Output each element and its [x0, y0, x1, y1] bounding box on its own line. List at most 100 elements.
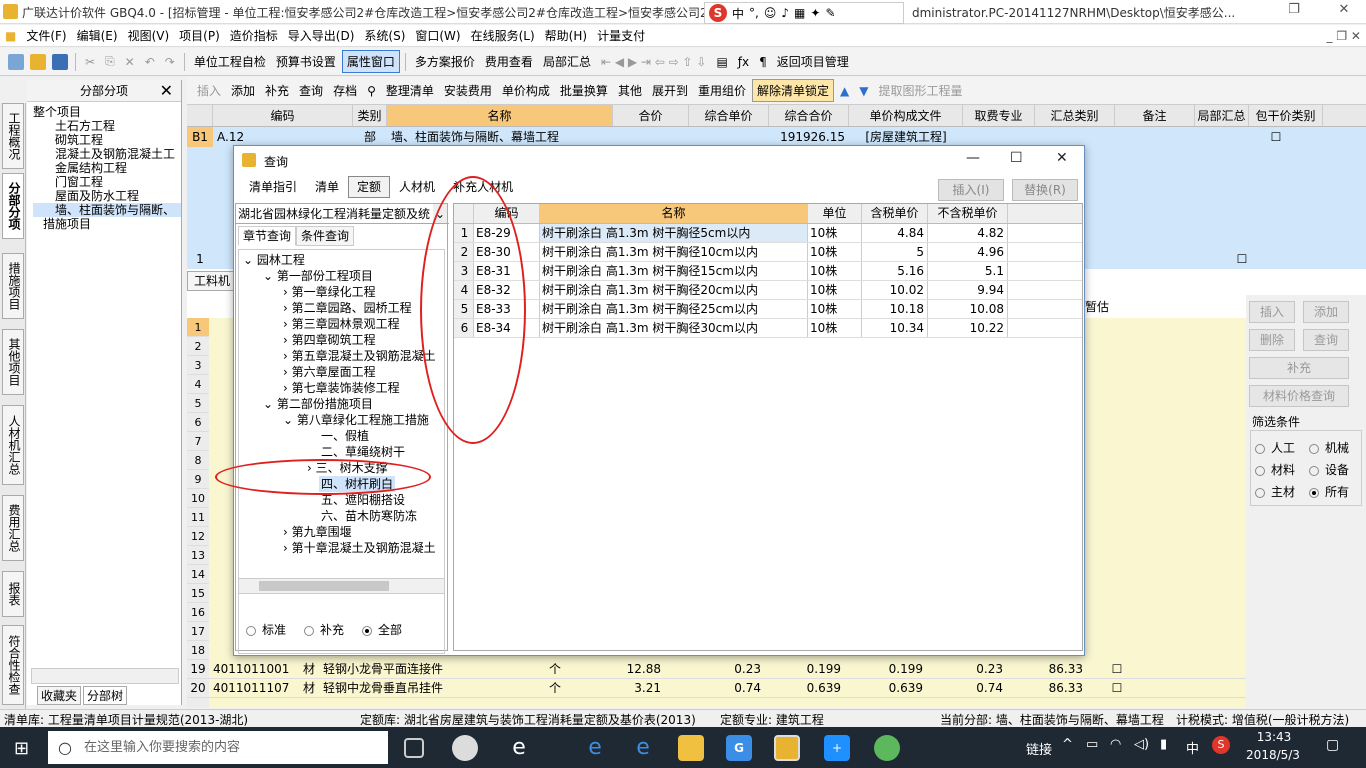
tree-node[interactable]: › 第二章园路、园桥工程 — [283, 300, 412, 316]
grid-icon[interactable]: ▤ — [712, 53, 731, 71]
tab-list-guide[interactable]: 清单指引 — [240, 176, 306, 198]
nav-item[interactable]: 措施项目 — [33, 217, 181, 231]
taskbar-search[interactable]: ○ 在这里输入你要搜索的内容 — [48, 731, 388, 764]
tree-node[interactable]: › 第六章屋面工程 — [283, 364, 376, 380]
tree-node[interactable]: ⌄ 第二部份措施项目 — [263, 396, 373, 412]
tab-quota[interactable]: 定额 — [348, 176, 391, 198]
table-row[interactable]: 4 E8-32 树干刷涂白 高1.3m 树干胸径20cm以内 10株 10.02 9.94 — [454, 281, 1082, 300]
insert-button[interactable]: 插入 — [193, 80, 225, 101]
tray-link[interactable]: 链接 — [1026, 739, 1052, 758]
paragraph-icon[interactable]: ¶ — [755, 53, 771, 71]
tree-node[interactable]: ⌄ 园林工程 — [243, 252, 305, 268]
wifi-icon[interactable]: ◠ — [1110, 737, 1121, 752]
col-lump[interactable]: 包干价类别 — [1249, 105, 1323, 126]
ie-blue-icon[interactable]: e — [630, 735, 656, 761]
archive-button[interactable]: 存档 — [329, 80, 361, 101]
query-button[interactable]: 查询 — [295, 80, 327, 101]
table-row[interactable]: 3 E8-31 树干刷涂白 高1.3m 树干胸径15cm以内 10株 5.16 5.1 — [454, 262, 1082, 281]
filter-material[interactable]: 材料 — [1271, 463, 1295, 477]
tree-node[interactable]: › 第十章混凝土及钢筋混凝土 — [283, 540, 436, 556]
tree-node[interactable]: › 第五章混凝土及钢筋混凝土 — [283, 348, 436, 364]
delete-icon[interactable]: ✕ — [121, 53, 139, 71]
edge-icon[interactable]: e — [582, 735, 608, 761]
insert-button[interactable]: 插入(I) — [938, 179, 1004, 201]
nav-item[interactable]: 屋面及防水工程 — [33, 189, 181, 203]
tab-section-tree[interactable]: 分部树 — [83, 686, 128, 705]
tab-favorites[interactable]: 收藏夹 — [37, 686, 82, 705]
col-summary-type[interactable]: 汇总类别 — [1035, 105, 1115, 126]
tree-node[interactable]: ⌄ 第一部份工程项目 — [263, 268, 373, 284]
nav-item[interactable]: 金属结构工程 — [33, 161, 181, 175]
install-fee-button[interactable]: 安装费用 — [440, 80, 496, 101]
tree-node[interactable]: › 第七章装饰装修工程 — [283, 380, 400, 396]
menu-file[interactable]: 文件(F) — [21, 27, 71, 44]
tray-chevron-icon[interactable]: ^ — [1062, 737, 1073, 752]
checkbox[interactable]: ☐ — [1087, 660, 1147, 678]
col-price-tax[interactable]: 含税单价 — [862, 204, 928, 223]
filter-machine[interactable]: 机械 — [1325, 441, 1349, 455]
ime-indicator[interactable]: 中 — [1186, 738, 1199, 757]
open-icon[interactable] — [30, 53, 46, 70]
new-icon[interactable] — [8, 53, 24, 70]
glodon-icon[interactable]: G — [726, 735, 752, 761]
col-type[interactable]: 类别 — [353, 105, 387, 126]
keyboard-icon[interactable]: ▦ — [794, 6, 805, 20]
table-row[interactable]: 19 4011011001 材 轻钢小龙骨平面连接件 个 12.88 0.23 … — [187, 660, 1246, 679]
self-check-button[interactable]: 单位工程自检 — [190, 51, 270, 72]
radio-standard[interactable]: 标准 — [246, 621, 286, 638]
checkbox[interactable]: ☐ — [1249, 127, 1303, 147]
property-window-button[interactable]: 属性窗口 — [341, 50, 400, 73]
punct-icon[interactable]: °, — [749, 6, 759, 20]
other-button[interactable]: 其他 — [614, 80, 646, 101]
restore-icon[interactable]: ❐ — [1276, 2, 1312, 22]
nav-item[interactable]: 门窗工程 — [33, 175, 181, 189]
close-icon[interactable]: ✕ — [1326, 2, 1362, 22]
radio[interactable] — [1255, 443, 1265, 454]
clock-time[interactable]: 13:43 — [1246, 730, 1302, 744]
filter-main-material[interactable]: 主材 — [1271, 485, 1295, 499]
app-plus-icon[interactable]: + — [824, 735, 850, 761]
sogou-icon[interactable]: S — [709, 4, 727, 22]
col-name[interactable]: 名称 — [387, 105, 613, 126]
partial-sum-checkbox[interactable]: 局部汇总 — [539, 51, 595, 72]
menu-cost-index[interactable]: 造价指标 — [225, 27, 283, 44]
tab-sub-items[interactable]: 分部分项 — [2, 173, 24, 239]
clock-date[interactable]: 2018/5/3 — [1238, 748, 1308, 762]
col-remark[interactable]: 备注 — [1115, 105, 1195, 126]
col-price-file[interactable]: 单价构成文件 — [849, 105, 963, 126]
tab-project-overview[interactable]: 工程概况 — [2, 103, 24, 169]
nav-item[interactable]: 砌筑工程 — [33, 133, 181, 147]
add-button[interactable]: 添加 — [1303, 301, 1349, 323]
checkbox[interactable]: ☐ — [1087, 679, 1147, 697]
radio-all[interactable]: 全部 — [362, 621, 402, 638]
tree-leaf[interactable]: 二、草绳绕树干 — [321, 444, 405, 460]
nav-item[interactable]: 土石方工程 — [33, 119, 181, 133]
tree-node[interactable]: › 第一章绿化工程 — [283, 284, 376, 300]
tab-other-items[interactable]: 其他项目 — [2, 329, 24, 395]
menu-system[interactable]: 系统(S) — [359, 27, 410, 44]
maximize-icon[interactable]: ☐ — [1010, 150, 1023, 166]
radio-supplement[interactable]: 补充 — [304, 621, 344, 638]
tab-chapter-query[interactable]: 章节查询 — [238, 226, 297, 246]
skin-icon[interactable]: ✦ — [810, 6, 820, 20]
col-combined-total[interactable]: 综合合价 — [769, 105, 849, 126]
col-unit-price[interactable]: 综合单价 — [689, 105, 769, 126]
tab-labor-material[interactable]: 人材机 — [390, 176, 444, 198]
table-row[interactable]: 5 E8-33 树干刷涂白 高1.3m 树干胸径25cm以内 10株 10.18 10.0… — [454, 300, 1082, 319]
col-partial[interactable]: 局部汇总 — [1195, 105, 1249, 126]
copy-icon[interactable]: ⎘ — [101, 52, 119, 71]
supplement-button[interactable]: 补充 — [1249, 357, 1349, 379]
budget-settings-button[interactable]: 预算书设置 — [272, 51, 340, 72]
query-button[interactable]: 查询 — [1303, 329, 1349, 351]
radio[interactable] — [1255, 487, 1265, 498]
library-select[interactable]: 湖北省园林绿化工程消耗量定额及统 ⌄ — [236, 204, 449, 224]
table-row[interactable]: 2 E8-30 树干刷涂白 高1.3m 树干胸径10cm以内 10株 5 4.96 — [454, 243, 1082, 262]
col-fee-category[interactable]: 取费专业 — [963, 105, 1035, 126]
task-view-icon[interactable] — [404, 738, 424, 758]
arrow-up-icon[interactable]: ▲ — [836, 82, 853, 100]
network-icon[interactable]: ▭ — [1086, 737, 1098, 752]
tree-leaf[interactable]: 一、假植 — [321, 428, 369, 444]
filter-labor[interactable]: 人工 — [1271, 441, 1295, 455]
batch-convert-button[interactable]: 批量换算 — [556, 80, 612, 101]
menu-online[interactable]: 在线服务(L) — [466, 27, 540, 44]
